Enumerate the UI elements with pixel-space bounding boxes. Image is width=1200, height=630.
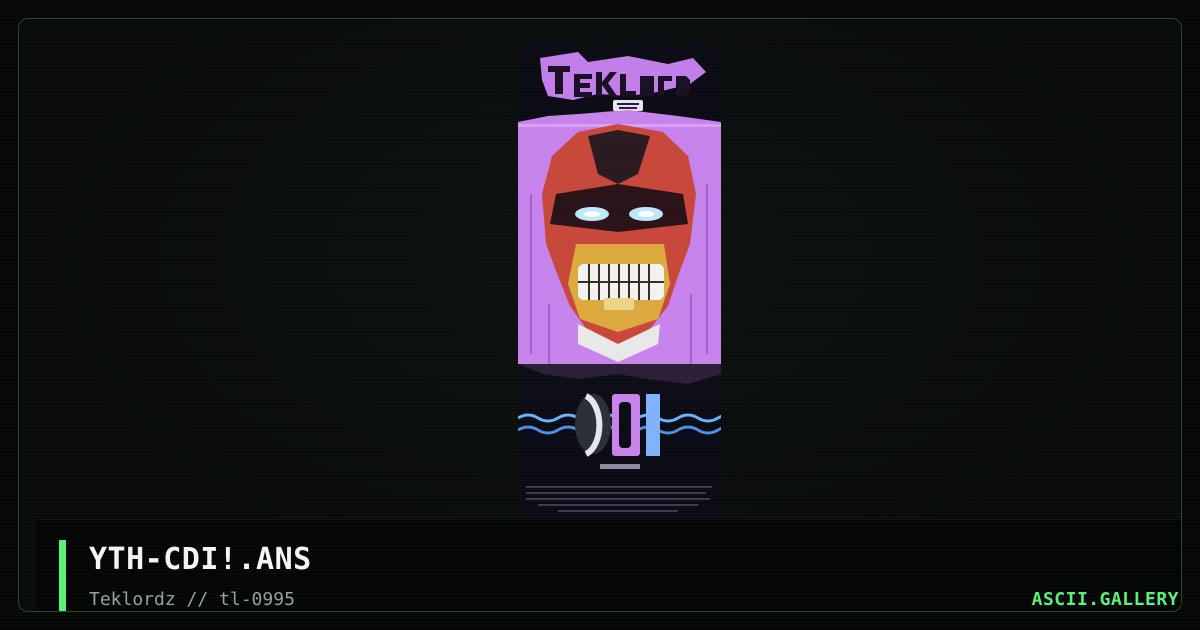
site-brand[interactable]: ASCII.GALLERY [1032,589,1179,610]
accent-stripe [59,540,66,611]
ansi-artwork-preview[interactable] [518,44,721,519]
caption-bar: YTH-CDI!.ANS Teklordz // tl-0995 ASCII.G… [37,519,1181,611]
artwork-subtitle[interactable]: Teklordz // tl-0995 [89,589,295,610]
ansi-art-image [518,44,721,519]
card-frame: YTH-CDI!.ANS Teklordz // tl-0995 ASCII.G… [18,18,1182,612]
artwork-title[interactable]: YTH-CDI!.ANS [89,542,312,577]
